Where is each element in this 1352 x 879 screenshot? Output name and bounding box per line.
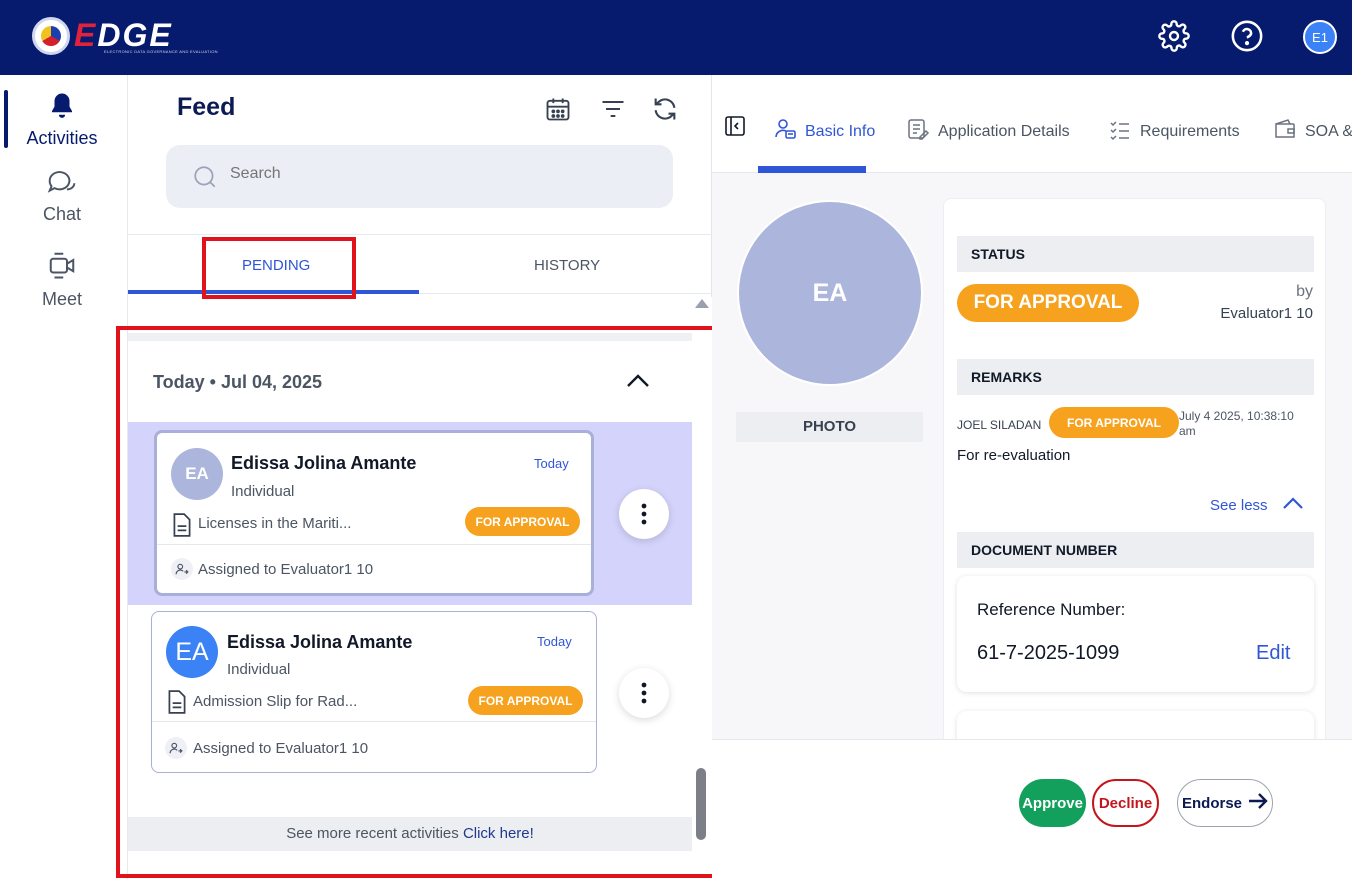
seal-logo-icon <box>32 17 70 55</box>
remarks-heading: REMARKS <box>957 359 1314 395</box>
status-heading: STATUS <box>957 236 1314 272</box>
detail-tabs: Basic Info Application Details Requireme… <box>712 75 1352 173</box>
help-question-icon[interactable] <box>1229 18 1265 54</box>
bell-icon <box>0 91 124 126</box>
rail-item-label: Activities <box>26 128 98 148</box>
detail-panel: Basic Info Application Details Requireme… <box>712 75 1352 758</box>
video-icon <box>0 248 124 287</box>
chevron-up-icon <box>1282 496 1304 514</box>
rail-item-label: Meet <box>41 289 83 309</box>
applicant-photo-avatar: EA <box>737 200 923 386</box>
tab-application-details[interactable]: Application Details <box>906 117 1070 146</box>
status-badge: FOR APPROVAL <box>957 284 1139 322</box>
edit-document-icon <box>906 117 930 146</box>
wallet-icon <box>1273 117 1297 146</box>
status-by-label: by <box>1296 283 1313 300</box>
remark-author: JOEL SILADAN <box>957 418 1042 432</box>
edit-reference-button[interactable]: Edit <box>1256 642 1290 665</box>
checklist-icon <box>1108 117 1132 146</box>
search-input[interactable] <box>230 165 630 183</box>
chat-icon <box>0 167 124 202</box>
divider <box>419 293 712 294</box>
remark-status-badge: FOR APPROVAL <box>1049 407 1179 438</box>
document-number-heading: DOCUMENT NUMBER <box>957 532 1314 568</box>
highlight-box-list <box>116 326 718 878</box>
settings-gear-icon[interactable] <box>1156 18 1192 54</box>
remark-text: For re-evaluation <box>957 447 1071 464</box>
tab-active-underline <box>758 166 866 173</box>
see-less-toggle[interactable]: See less <box>1210 496 1304 514</box>
search-box <box>166 145 673 208</box>
top-bar: EDGE ELECTRONIC DATA GOVERNANCE AND EVAL… <box>0 0 1352 75</box>
rail-item-activities[interactable]: Activities <box>0 91 124 149</box>
user-avatar[interactable]: E1 <box>1303 20 1337 54</box>
endorse-button[interactable]: Endorse <box>1177 779 1273 827</box>
reference-value: 61-7-2025-1099 <box>977 642 1120 664</box>
collapse-panel-icon[interactable] <box>725 116 745 141</box>
arrow-right-icon <box>1248 793 1268 813</box>
status-by-name: Evaluator1 10 <box>1220 305 1313 322</box>
calendar-icon[interactable] <box>542 93 574 125</box>
remark-date: July 4 2025, 10:38:10 am <box>1179 409 1294 438</box>
reference-label: Reference Number: <box>977 600 1126 619</box>
rail-item-meet[interactable]: Meet <box>0 248 124 310</box>
photo-label: PHOTO <box>736 412 923 442</box>
rail-item-chat[interactable]: Chat <box>0 167 124 225</box>
left-rail: Activities Chat Meet <box>0 75 128 879</box>
tab-basic-info[interactable]: Basic Info <box>773 117 875 146</box>
feed-title: Feed <box>177 93 236 121</box>
info-card: STATUS FOR APPROVAL by Evaluator1 10 REM… <box>943 198 1326 758</box>
app-logo-subtitle: ELECTRONIC DATA GOVERNANCE AND EVALUATIO… <box>104 49 218 54</box>
highlight-box-pending <box>202 237 356 299</box>
tab-requirements[interactable]: Requirements <box>1108 117 1240 146</box>
tab-history[interactable]: HISTORY <box>534 257 600 274</box>
refresh-icon[interactable] <box>649 93 681 125</box>
decline-button[interactable]: Decline <box>1092 779 1159 827</box>
filter-icon[interactable] <box>597 93 629 125</box>
rail-item-label: Chat <box>42 204 82 224</box>
user-card-icon <box>773 117 797 146</box>
tab-soa[interactable]: SOA & <box>1273 117 1352 146</box>
approve-button[interactable]: Approve <box>1019 779 1086 827</box>
divider <box>128 234 712 235</box>
search-icon <box>192 164 218 195</box>
scroll-up-arrow-icon[interactable] <box>695 299 709 308</box>
action-bar: Approve Decline Endorse <box>712 739 1352 879</box>
reference-number-card: Reference Number: 61-7-2025-1099 Edit <box>957 576 1314 692</box>
